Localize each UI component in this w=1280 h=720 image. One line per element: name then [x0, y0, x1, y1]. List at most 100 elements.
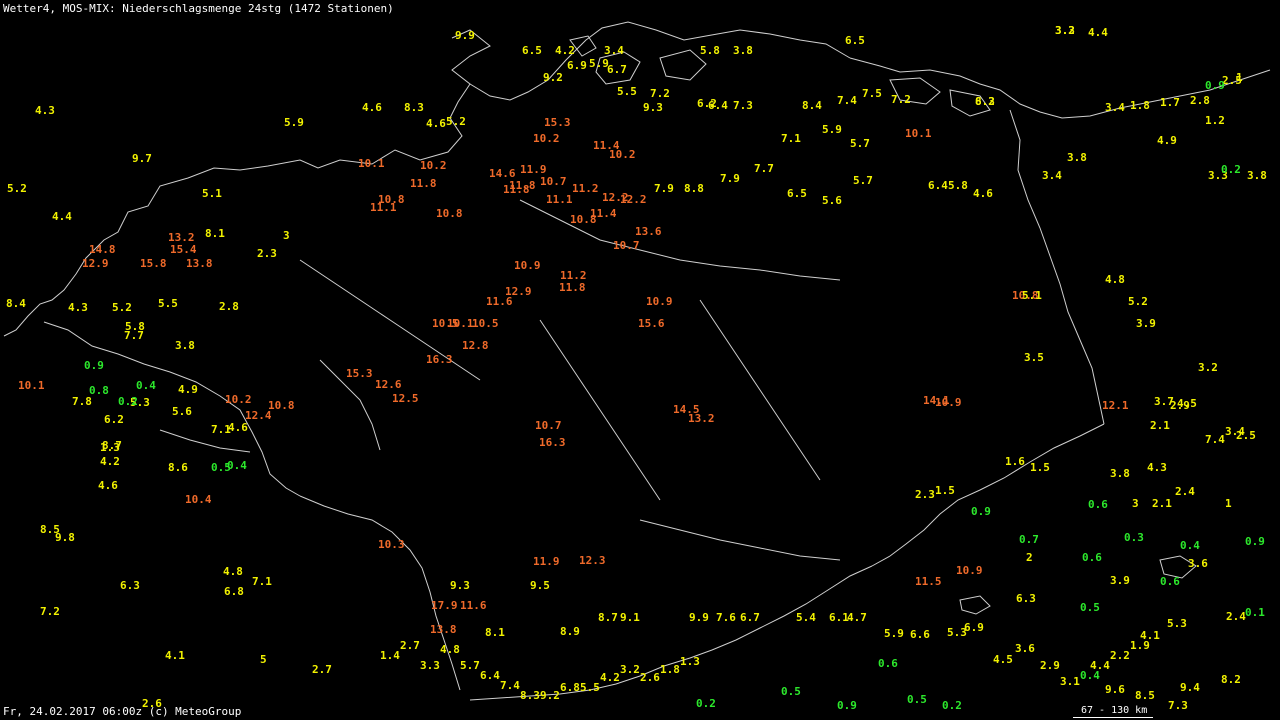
- station-value: 6.7: [607, 63, 627, 76]
- station-value: 1.2: [1205, 114, 1225, 127]
- scale-bar: 67 - 130 km: [1073, 705, 1155, 718]
- station-value: 5.9: [884, 627, 904, 640]
- station-value: 5.2: [112, 301, 132, 314]
- station-value: 7.1: [211, 423, 231, 436]
- station-value: 7.1: [252, 575, 272, 588]
- station-value: 6.3: [120, 579, 140, 592]
- station-value: 10.9: [646, 295, 673, 308]
- station-value: 6.4: [480, 669, 500, 682]
- station-value: 1.5: [935, 484, 955, 497]
- footer-timestamp: Fr, 24.02.2017 06:00z (c) MeteoGroup: [3, 705, 242, 718]
- station-value: 7.2: [40, 605, 60, 618]
- station-value: 0.9: [837, 699, 857, 712]
- station-value: 11.5: [915, 575, 942, 588]
- station-value: 11.6: [460, 599, 487, 612]
- station-value: 3.5: [1024, 351, 1044, 364]
- station-value: 2.4: [1175, 485, 1195, 498]
- station-value: 7.4: [1205, 433, 1225, 446]
- station-value: 3.6: [1188, 557, 1208, 570]
- station-value: 6.7: [740, 611, 760, 624]
- station-value: 4.5: [993, 653, 1013, 666]
- station-value: 2.7: [312, 663, 332, 676]
- station-value: 12.2: [602, 191, 629, 204]
- station-value: 2.8: [219, 300, 239, 313]
- station-value: 3.8: [1110, 467, 1130, 480]
- station-value: 7.9: [654, 182, 674, 195]
- station-value: 7.8: [72, 395, 92, 408]
- station-value: 3.1: [1060, 675, 1080, 688]
- station-value: 3: [283, 229, 290, 242]
- station-value: 5.2: [7, 182, 27, 195]
- station-value: 1.8: [1130, 99, 1150, 112]
- station-value: 2.8: [1190, 94, 1210, 107]
- station-value: 3.3: [420, 659, 440, 672]
- state-border-2: [539, 319, 661, 501]
- station-value: 10.2: [609, 148, 636, 161]
- station-value: 7.4: [500, 679, 520, 692]
- station-value: 7.5: [862, 87, 882, 100]
- station-value: 6.2: [975, 95, 995, 108]
- station-value: 9.3: [643, 101, 663, 114]
- station-value: 8.1: [485, 626, 505, 639]
- station-value: 3.4: [604, 44, 624, 57]
- station-value: 5.8: [948, 179, 968, 192]
- station-value: 0.5: [781, 685, 801, 698]
- station-value: 3.4: [1042, 169, 1062, 182]
- station-value: 11.4: [590, 207, 617, 220]
- station-value: 5.9: [822, 123, 842, 136]
- station-value: 11.9: [533, 555, 560, 568]
- station-value: 4.3: [35, 104, 55, 117]
- station-value: 7.9: [720, 172, 740, 185]
- station-value: 9.4: [1180, 681, 1200, 694]
- station-value: 5.4: [796, 611, 816, 624]
- station-value: 13.6: [635, 225, 662, 238]
- station-value: 12.5: [392, 392, 419, 405]
- station-value: 6.5: [787, 187, 807, 200]
- station-value: 2: [1026, 551, 1033, 564]
- station-value: 4.8: [1105, 273, 1125, 286]
- station-value: 3.9: [1110, 574, 1130, 587]
- station-value: 5.9: [284, 116, 304, 129]
- station-value: 1.9: [1130, 639, 1150, 652]
- station-value: 10.9: [514, 259, 541, 272]
- station-value: 1.3: [680, 655, 700, 668]
- station-value: 10.1: [905, 127, 932, 140]
- station-value: 8.7: [102, 439, 122, 452]
- station-value: 4.6: [98, 479, 118, 492]
- station-value: 4.4: [1088, 26, 1108, 39]
- station-value: 4.8: [223, 565, 243, 578]
- station-value: 9.8: [55, 531, 75, 544]
- station-value: 9.2: [540, 689, 560, 702]
- station-value: 8.8: [684, 182, 704, 195]
- station-value: 9.7: [132, 152, 152, 165]
- station-value: 7.3: [733, 99, 753, 112]
- station-value: 4.2: [100, 455, 120, 468]
- station-value: 15.3: [544, 116, 571, 129]
- station-value: 9.2: [543, 71, 563, 84]
- station-value: 11.8: [503, 183, 530, 196]
- station-value: 4.3: [1147, 461, 1167, 474]
- station-value: 6.5: [522, 44, 542, 57]
- station-value: 10.2: [225, 393, 252, 406]
- station-value: 2.3: [915, 488, 935, 501]
- station-value: 0.2: [118, 395, 138, 408]
- station-value: 5.2: [1128, 295, 1148, 308]
- station-value: 15.6: [638, 317, 665, 330]
- station-value: 0.3: [1124, 531, 1144, 544]
- station-value: 0.9: [84, 359, 104, 372]
- station-value: 5.6: [172, 405, 192, 418]
- station-value: 10.9: [956, 564, 983, 577]
- station-value: 11.8: [559, 281, 586, 294]
- station-value: 6.3: [1016, 592, 1036, 605]
- station-value: 8.4: [802, 99, 822, 112]
- station-value: 4.7: [847, 611, 867, 624]
- scale-line: [1073, 717, 1153, 718]
- station-value: 0.5: [907, 693, 927, 706]
- station-value: 13.8: [186, 257, 213, 270]
- station-value: 3.2: [620, 663, 640, 676]
- station-value: 6.2: [104, 413, 124, 426]
- station-value: 10.8: [436, 207, 463, 220]
- station-value: 9.6: [1105, 683, 1125, 696]
- station-value: 5.6: [822, 194, 842, 207]
- station-value: 0.2: [942, 699, 962, 712]
